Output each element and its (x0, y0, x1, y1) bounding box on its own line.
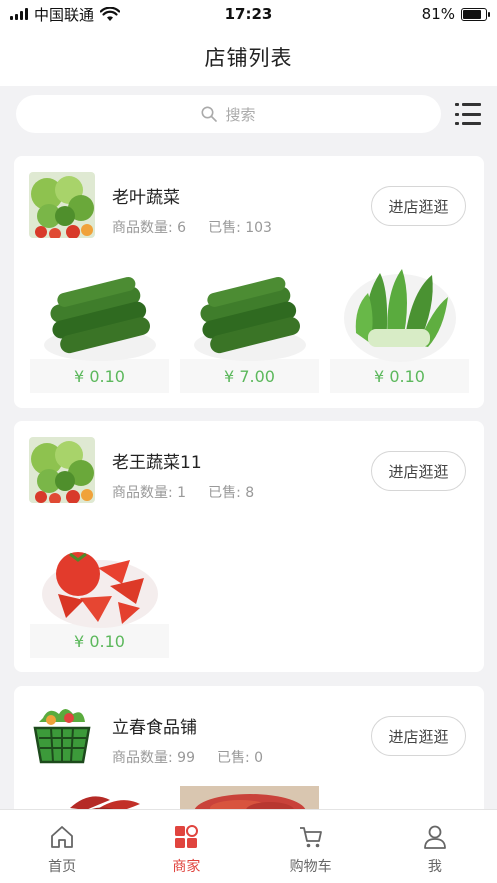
product-item[interactable]: ¥ 7.00 (180, 268, 319, 393)
shop-logo (29, 702, 95, 768)
shop-name: 老叶蔬菜 (112, 188, 180, 208)
bok-choy-image (330, 268, 469, 363)
search-input[interactable]: 搜索 (16, 95, 441, 133)
list-menu-icon[interactable] (455, 103, 481, 125)
product-price: ¥ 0.10 (330, 359, 469, 393)
shop-header: 立春食品铺 商品数量: 99 已售: 0 进店逛逛 (14, 686, 484, 776)
status-right: 81% (421, 5, 490, 23)
tab-cart[interactable]: 购物车 (249, 810, 373, 883)
shop-stats: 商品数量: 1 已售: 8 (112, 482, 254, 502)
search-row: 搜索 (0, 86, 497, 142)
tab-bar: 首页 商家 购物车 我 (0, 809, 497, 883)
shop-name: 老王蔬菜11 (112, 453, 202, 473)
search-icon (201, 106, 218, 122)
sold-count: 已售: 103 (208, 220, 272, 236)
sold-count: 已售: 8 (208, 485, 255, 501)
wifi-icon (100, 6, 121, 21)
shop-name: 立春食品铺 (112, 718, 197, 738)
battery-percent: 81% (421, 5, 455, 23)
goods-count: 商品数量: 6 (112, 220, 187, 236)
shop-stats: 商品数量: 6 已售: 103 (112, 217, 272, 237)
product-price: ¥ 7.00 (180, 359, 319, 393)
product-row: ¥ 0.10 ¥ 7.00 ¥ 0.10 (30, 268, 469, 393)
cart-icon (299, 827, 322, 848)
shop-stats: 商品数量: 99 已售: 0 (112, 747, 263, 767)
shop-header: 老王蔬菜11 商品数量: 1 已售: 8 进店逛逛 (14, 421, 484, 511)
battery-fill (463, 9, 481, 19)
tab-label: 我 (427, 859, 442, 875)
product-row: ¥ 0.10 (30, 533, 169, 658)
home-icon (51, 826, 74, 848)
product-price: ¥ 0.10 (30, 624, 169, 658)
enter-shop-button[interactable]: 进店逛逛 (371, 186, 466, 226)
tab-home[interactable]: 首页 (0, 810, 124, 883)
shop-card[interactable]: 老王蔬菜11 商品数量: 1 已售: 8 进店逛逛 ¥ 0.10 (14, 421, 484, 672)
product-price: ¥ 0.10 (30, 359, 169, 393)
tab-shops[interactable]: 商家 (124, 810, 248, 883)
nav-bar: 店铺列表 (0, 28, 497, 86)
tab-label: 首页 (48, 859, 77, 875)
tomato-image (30, 533, 169, 628)
enter-shop-button[interactable]: 进店逛逛 (371, 716, 466, 756)
enter-shop-button[interactable]: 进店逛逛 (371, 451, 466, 491)
shop-card[interactable]: 老叶蔬菜 商品数量: 6 已售: 103 进店逛逛 ¥ 0.10 ¥ 7.00 … (14, 156, 484, 408)
user-icon (423, 825, 446, 849)
shop-logo (29, 437, 95, 503)
status-bar: 中国联通 17:23 81% (0, 0, 497, 28)
signal-icon (10, 8, 28, 20)
product-item[interactable]: ¥ 0.10 (330, 268, 469, 393)
product-item[interactable]: ¥ 0.10 (30, 533, 169, 658)
tab-label: 商家 (172, 859, 201, 875)
page-title: 店铺列表 (204, 46, 293, 70)
tab-me[interactable]: 我 (373, 810, 497, 883)
battery-icon (461, 7, 490, 21)
shop-card[interactable]: 立春食品铺 商品数量: 99 已售: 0 进店逛逛 (14, 686, 484, 816)
product-item[interactable]: ¥ 0.10 (30, 268, 169, 393)
carrier-label: 中国联通 (34, 5, 95, 24)
search-placeholder: 搜索 (225, 105, 256, 124)
shop-header: 老叶蔬菜 商品数量: 6 已售: 103 进店逛逛 (14, 156, 484, 246)
shop-logo (29, 172, 95, 238)
goods-count: 商品数量: 99 (112, 750, 195, 766)
shop-icon (175, 825, 199, 848)
status-left: 中国联通 (10, 4, 121, 25)
cucumber-image (180, 268, 319, 363)
sold-count: 已售: 0 (216, 750, 264, 766)
cucumber-image (30, 268, 169, 363)
goods-count: 商品数量: 1 (112, 485, 187, 501)
tab-label: 购物车 (289, 859, 332, 875)
